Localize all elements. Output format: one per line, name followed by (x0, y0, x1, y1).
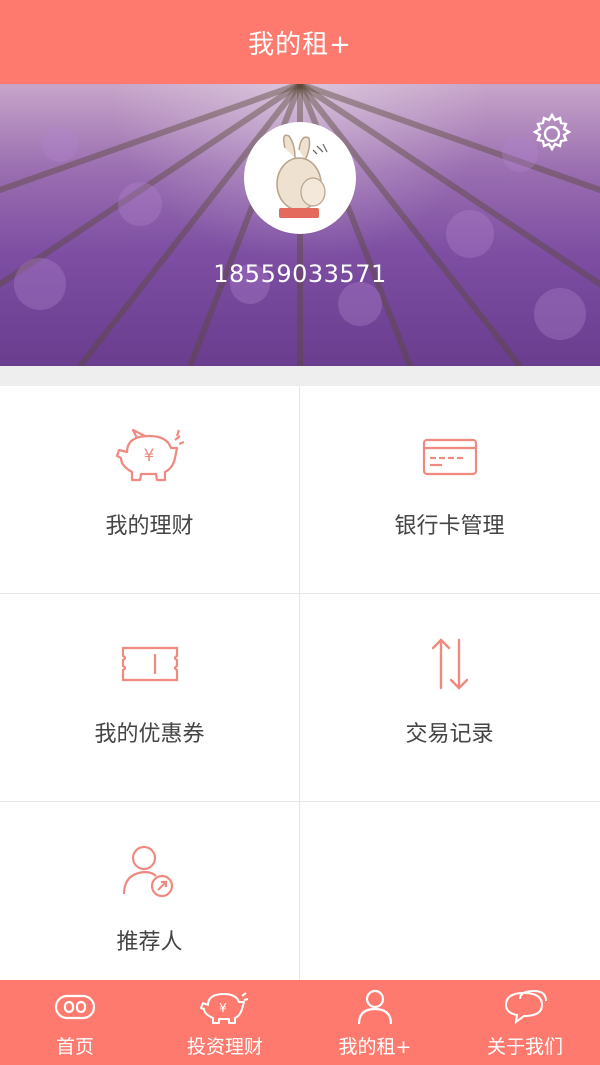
user-icon (357, 989, 393, 1025)
menu-bank-card-management[interactable]: 银行卡管理 (300, 386, 599, 593)
svg-text:¥: ¥ (143, 446, 154, 466)
referrer-icon (122, 845, 173, 898)
tab-about-us[interactable]: 关于我们 (450, 980, 600, 1065)
tab-home[interactable]: 首页 (0, 980, 150, 1065)
menu-referrer[interactable]: 推荐人 (0, 802, 299, 1009)
tab-label: 投资理财 (186, 1036, 263, 1058)
tab-label: 关于我们 (486, 1036, 563, 1058)
menu-my-finance[interactable]: ¥ 我的理财 (0, 386, 299, 593)
transfer-arrows-icon (431, 638, 468, 690)
gear-icon (532, 112, 572, 152)
tab-my-account[interactable]: 我的租+ (300, 980, 450, 1065)
bank-card-icon (422, 438, 477, 476)
menu-my-coupons[interactable]: 我的优惠券 (0, 594, 299, 801)
page-title: 我的租+ (248, 29, 352, 60)
home-icon (54, 994, 96, 1020)
menu-transaction-records[interactable]: 交易记录 (300, 594, 599, 801)
piggy-bank-icon: ¥ (115, 428, 184, 482)
menu-label: 我的理财 (105, 514, 194, 539)
menu-label: 银行卡管理 (394, 514, 505, 539)
bottom-tab-bar: 首页 ¥ 投资理财 我的租+ 关于我们 (0, 980, 600, 1065)
user-phone-number: 18559033571 (213, 260, 387, 288)
svg-text:¥: ¥ (219, 1001, 227, 1015)
menu-label: 我的优惠券 (94, 722, 205, 747)
tab-label: 首页 (55, 1036, 94, 1058)
chat-icon (504, 989, 547, 1025)
coupon-icon (121, 646, 178, 682)
avatar[interactable] (244, 122, 356, 234)
tab-investment[interactable]: ¥ 投资理财 (150, 980, 300, 1065)
section-divider (0, 366, 600, 386)
rabbit-avatar-image (276, 134, 328, 218)
menu-grid: ¥ 我的理财 银行卡管理 我的优惠券 交易记录 推荐人 (0, 386, 600, 1009)
invest-icon: ¥ (200, 992, 249, 1024)
settings-button[interactable] (530, 112, 574, 156)
profile-banner: 18559033571 (0, 84, 600, 366)
menu-label: 交易记录 (405, 722, 494, 747)
tab-label: 我的租+ (338, 1036, 412, 1058)
app-header: 我的租+ (0, 0, 600, 84)
menu-label: 推荐人 (116, 930, 183, 955)
